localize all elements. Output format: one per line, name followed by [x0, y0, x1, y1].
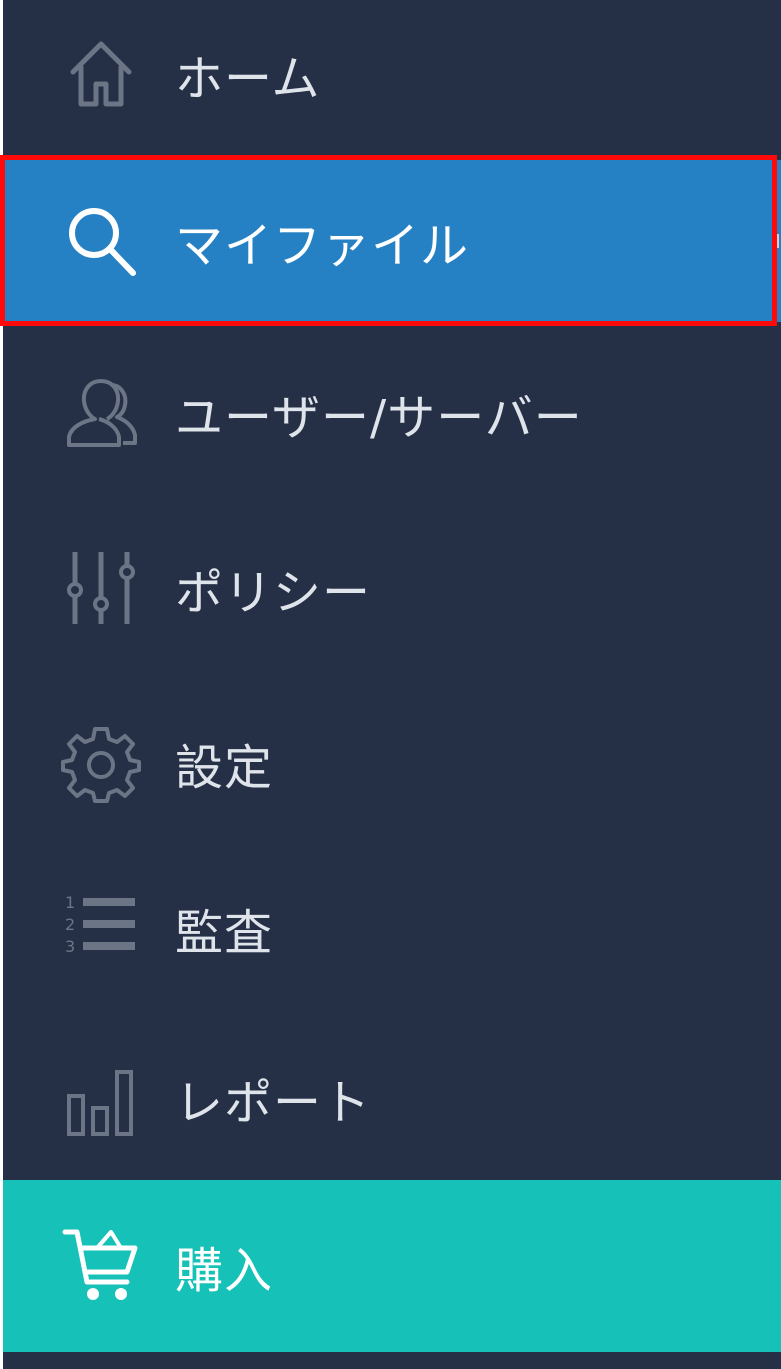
user-icon — [61, 373, 141, 453]
sidebar-item-users-servers[interactable]: ユーザー/サーバー — [3, 330, 781, 495]
svg-text:2: 2 — [65, 915, 75, 934]
svg-text:1: 1 — [65, 893, 75, 912]
sidebar-nav: ホーム マイファイル ユーザー/サーバー ポリシー 設定 1 2 3 監査 レポ… — [3, 0, 781, 1369]
sidebar-item-label: ポリシー — [175, 564, 372, 621]
sidebar-item-purchase[interactable]: 購入 — [3, 1180, 781, 1352]
sidebar-item-label: 設定 — [175, 739, 274, 796]
sidebar-item-label: 監査 — [175, 904, 274, 961]
sidebar-item-reports[interactable]: レポート — [3, 1015, 781, 1180]
sidebar-item-home[interactable]: ホーム — [3, 0, 781, 148]
sidebar-item-label: ユーザー/サーバー — [175, 389, 583, 446]
numbered-list-icon: 1 2 3 — [61, 888, 141, 968]
bar-chart-icon — [61, 1058, 141, 1138]
sidebar-item-policy[interactable]: ポリシー — [3, 505, 781, 670]
sidebar-item-label: マイファイル — [175, 218, 470, 274]
sidebar-item-audit[interactable]: 1 2 3 監査 — [3, 845, 781, 1010]
cart-icon — [61, 1226, 141, 1306]
sidebar-item-my-files[interactable]: マイファイル — [3, 160, 781, 322]
sidebar-item-label: ホーム — [175, 51, 321, 107]
svg-text:3: 3 — [65, 937, 75, 956]
search-icon — [61, 201, 141, 281]
gear-icon — [61, 723, 141, 803]
sliders-icon — [61, 548, 141, 628]
sidebar-footer-strip — [3, 1352, 781, 1369]
active-indicator — [773, 234, 779, 248]
sidebar-item-settings[interactable]: 設定 — [3, 680, 781, 845]
sidebar-item-label: レポート — [175, 1074, 372, 1131]
sidebar-item-label: 購入 — [175, 1243, 274, 1299]
home-icon — [61, 34, 141, 114]
